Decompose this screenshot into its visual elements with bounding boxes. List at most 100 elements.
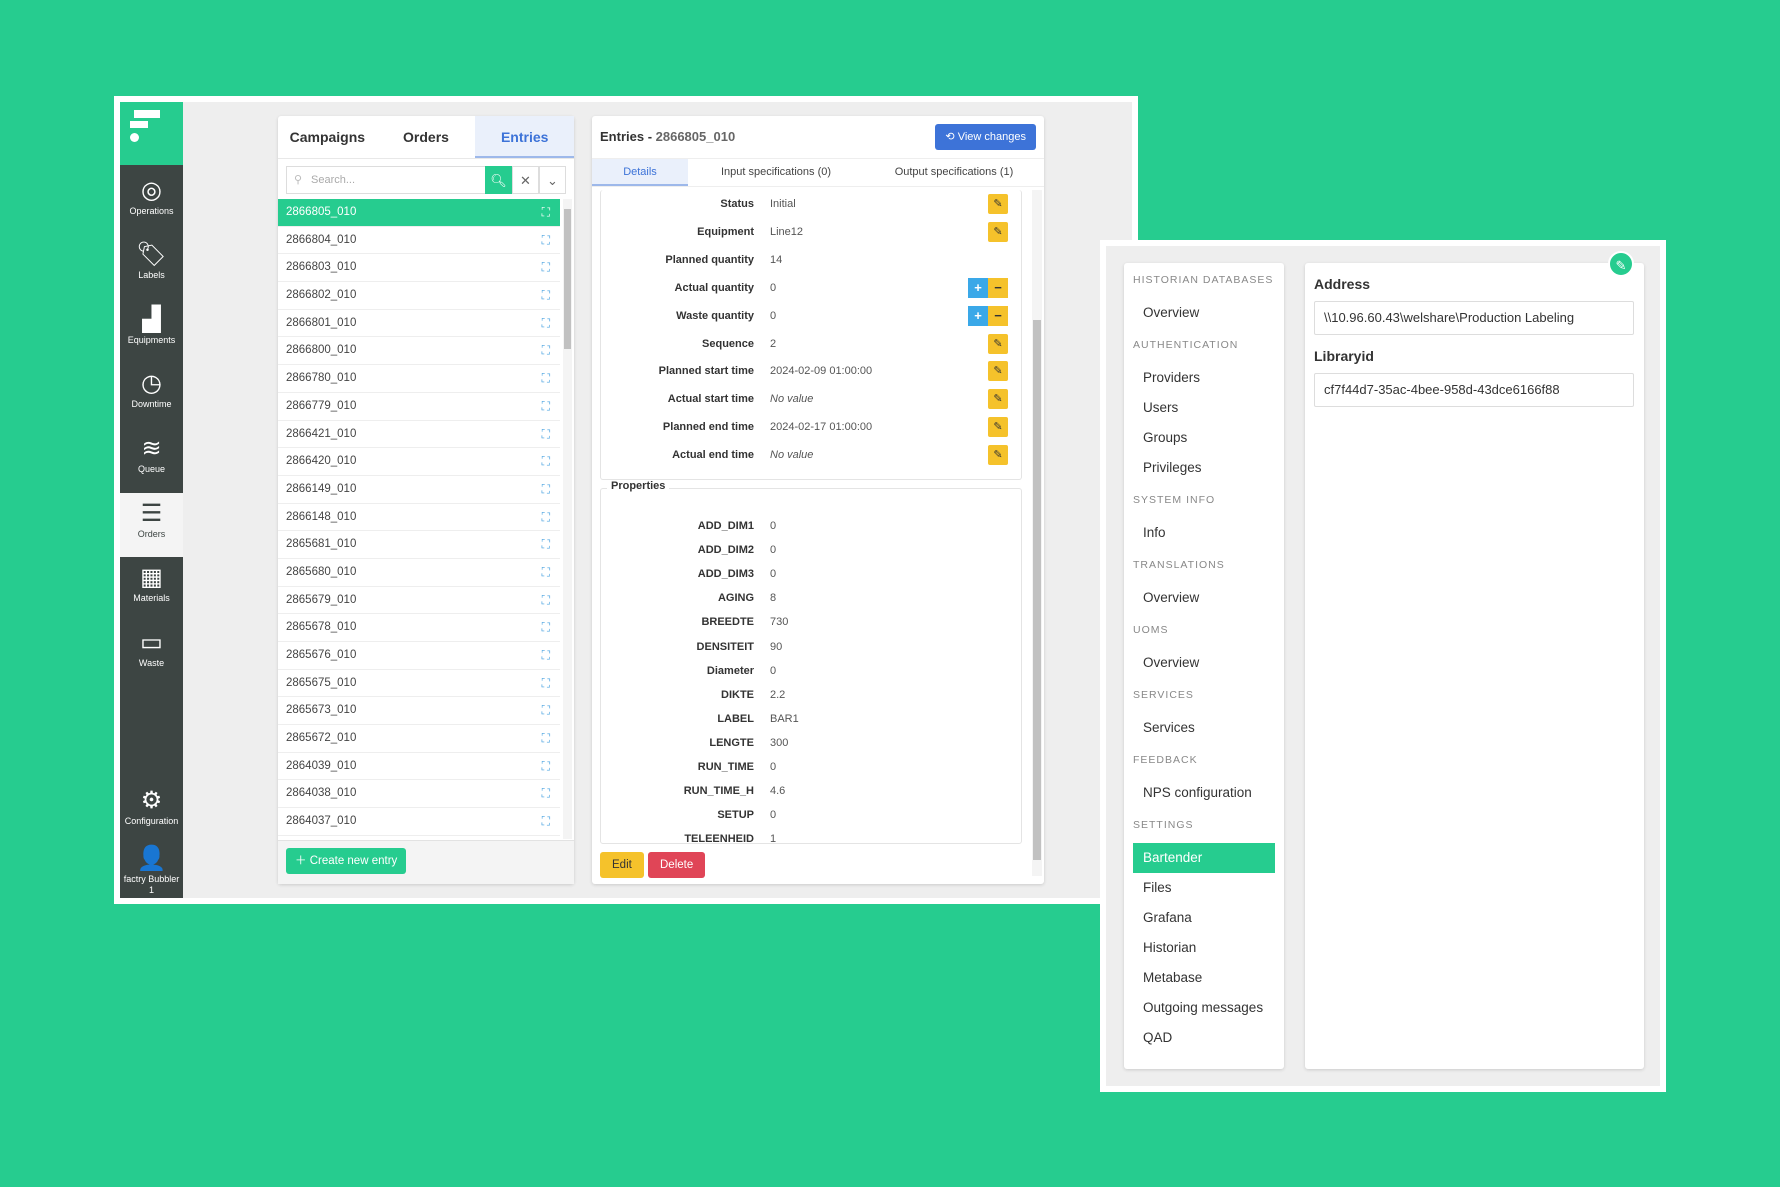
nav-item-overview[interactable]: Overview	[1133, 298, 1275, 328]
list-item[interactable]: 2865678_010 ⛶	[278, 614, 560, 642]
tab-entries[interactable]: Entries	[475, 116, 575, 158]
list-item[interactable]: 2866420_010 ⛶	[278, 448, 560, 476]
list-item[interactable]: 2866801_010 ⛶	[278, 310, 560, 338]
list-item[interactable]: 2866800_010 ⛶	[278, 337, 560, 366]
list-item[interactable]: 2866779_010 ⛶	[278, 393, 560, 421]
expand-icon[interactable]: ⛶	[542, 393, 550, 420]
clear-search-button[interactable]: ✕	[512, 166, 539, 194]
expand-icon[interactable]: ⛶	[542, 448, 550, 475]
expand-icon[interactable]: ⛶	[542, 808, 550, 835]
nav-item-users[interactable]: Users	[1133, 393, 1275, 423]
expand-icon[interactable]: ⛶	[542, 836, 550, 839]
sidebar-item-orders[interactable]: ☰ Orders	[120, 493, 183, 557]
tab-output[interactable]: Output specifications (1)	[864, 159, 1044, 186]
list-item[interactable]: 2866780_010 ⛶	[278, 365, 560, 393]
edit-settings-button[interactable]: ✎	[1608, 251, 1634, 277]
nav-item-overview[interactable]: Overview	[1133, 648, 1275, 678]
expand-icon[interactable]: ⛶	[542, 227, 550, 254]
sidebar-item-labels[interactable]: 🏷 Labels	[120, 234, 183, 298]
delete-button[interactable]: Delete	[648, 852, 706, 878]
nav-item-outgoing-messages[interactable]: Outgoing messages	[1133, 993, 1275, 1023]
nav-item-metabase[interactable]: Metabase	[1133, 963, 1275, 993]
nav-item-privileges[interactable]: Privileges	[1133, 453, 1275, 483]
list-scrollbar[interactable]	[563, 199, 572, 839]
list-item[interactable]: 2865672_010 ⛶	[278, 725, 560, 753]
nav-item-services[interactable]: Services	[1133, 713, 1275, 743]
view-changes-button[interactable]: ⟲ View changes	[935, 124, 1036, 150]
entry-id: 2865678_010	[286, 621, 357, 634]
expand-icon[interactable]: ⛶	[542, 310, 550, 337]
search-input[interactable]: ⚲ Search...	[286, 166, 485, 194]
list-item[interactable]: 2865675_010 ⛶	[278, 670, 560, 698]
expand-icon[interactable]: ⛶	[542, 254, 550, 281]
sidebar-item-label: Waste	[138, 658, 165, 668]
factry-logo[interactable]	[120, 102, 183, 165]
tab-input[interactable]: Input specifications (0)	[688, 159, 864, 186]
list-item[interactable]: 2864037_010 ⛶	[278, 808, 560, 836]
edit-button[interactable]: Edit	[600, 852, 644, 878]
sidebar-item-waste[interactable]: ▭ Waste	[120, 622, 183, 686]
expand-icon[interactable]: ⛶	[542, 697, 550, 724]
expand-icon[interactable]: ⛶	[542, 476, 550, 503]
address-input[interactable]: \\10.96.60.43\welshare\Production Labeli…	[1314, 301, 1634, 335]
list-item[interactable]: 2864039_010 ⛶	[278, 753, 560, 781]
expand-icon[interactable]: ⛶	[542, 337, 550, 364]
chevron-down-icon[interactable]: ⌄	[539, 166, 566, 194]
expand-icon[interactable]: ⛶	[542, 199, 550, 226]
expand-icon[interactable]: ⛶	[542, 614, 550, 641]
nav-item-historian[interactable]: Historian	[1133, 933, 1275, 963]
expand-icon[interactable]: ⛶	[542, 587, 550, 614]
nav-section-header: AUTHENTICATION	[1133, 339, 1239, 351]
libraryid-input[interactable]: cf7f44d7-35ac-4bee-958d-43dce6166f88	[1314, 373, 1634, 407]
nav-item-providers[interactable]: Providers	[1133, 363, 1275, 393]
list-item[interactable]: 2865680_010 ⛶	[278, 559, 560, 587]
list-item[interactable]: 2865679_010 ⛶	[278, 587, 560, 615]
list-item[interactable]: 2865681_010 ⛶	[278, 531, 560, 559]
nav-item-files[interactable]: Files	[1133, 873, 1275, 903]
sidebar-item-configuration[interactable]: ⚙ Configuration	[120, 780, 183, 844]
tab-details[interactable]: Details	[592, 159, 688, 186]
expand-icon[interactable]: ⛶	[542, 559, 550, 586]
nav-section-header: SERVICES	[1133, 689, 1194, 701]
list-item[interactable]: 2866149_010 ⛶	[278, 476, 560, 504]
detail-scrollbar[interactable]	[1032, 190, 1042, 876]
expand-icon[interactable]: ⛶	[542, 282, 550, 309]
tab-orders[interactable]: Orders	[377, 116, 476, 158]
list-item[interactable]: 2866803_010 ⛶	[278, 254, 560, 283]
sidebar-item-queue[interactable]: ≋ Queue	[120, 428, 183, 492]
expand-icon[interactable]: ⛶	[542, 421, 550, 448]
sidebar-item-downtime[interactable]: ◷ Downtime	[120, 363, 183, 427]
nav-item-overview[interactable]: Overview	[1133, 583, 1275, 613]
entry-id: 2866148_010	[286, 510, 357, 523]
sidebar-item-operations[interactable]: ◎ Operations	[120, 170, 183, 234]
sidebar-item-equipments[interactable]: ▟ Equipments	[120, 299, 183, 363]
list-item[interactable]: 2866805_010 ⛶	[278, 199, 560, 227]
list-item[interactable]: 2866148_010 ⛶	[278, 504, 560, 532]
expand-icon[interactable]: ⛶	[542, 531, 550, 558]
expand-icon[interactable]: ⛶	[542, 365, 550, 392]
expand-icon[interactable]: ⛶	[542, 670, 550, 697]
sidebar-item-materials[interactable]: ▦ Materials	[120, 557, 183, 621]
list-item[interactable]: 2865676_010 ⛶	[278, 642, 560, 670]
list-item[interactable]: 2866802_010 ⛶	[278, 282, 560, 310]
list-item[interactable]: 2864038_010 ⛶	[278, 780, 560, 809]
nav-item-grafana[interactable]: Grafana	[1133, 903, 1275, 933]
nav-item-qad[interactable]: QAD	[1133, 1023, 1275, 1053]
nav-item-bartender[interactable]: Bartender	[1133, 843, 1275, 873]
tab-campaigns[interactable]: Campaigns	[278, 116, 377, 158]
list-item[interactable]: 2864036_010⛶	[278, 836, 560, 839]
list-item[interactable]: 2866804_010 ⛶	[278, 227, 560, 255]
nav-item-groups[interactable]: Groups	[1133, 423, 1275, 453]
search-button[interactable]: 🔍︎	[485, 166, 512, 194]
sidebar-item-factry-bubbler-1[interactable]: 👤 factry Bubbler 1	[120, 838, 183, 902]
nav-item-info[interactable]: Info	[1133, 518, 1275, 548]
expand-icon[interactable]: ⛶	[542, 753, 550, 780]
expand-icon[interactable]: ⛶	[542, 780, 550, 807]
expand-icon[interactable]: ⛶	[542, 642, 550, 669]
nav-item-nps-configuration[interactable]: NPS configuration	[1133, 778, 1275, 808]
expand-icon[interactable]: ⛶	[542, 725, 550, 752]
list-item[interactable]: 2865673_010 ⛶	[278, 697, 560, 726]
list-item[interactable]: 2866421_010 ⛶	[278, 421, 560, 449]
expand-icon[interactable]: ⛶	[542, 504, 550, 531]
create-new-entry-button[interactable]: ＋ Create new entry	[286, 848, 407, 874]
